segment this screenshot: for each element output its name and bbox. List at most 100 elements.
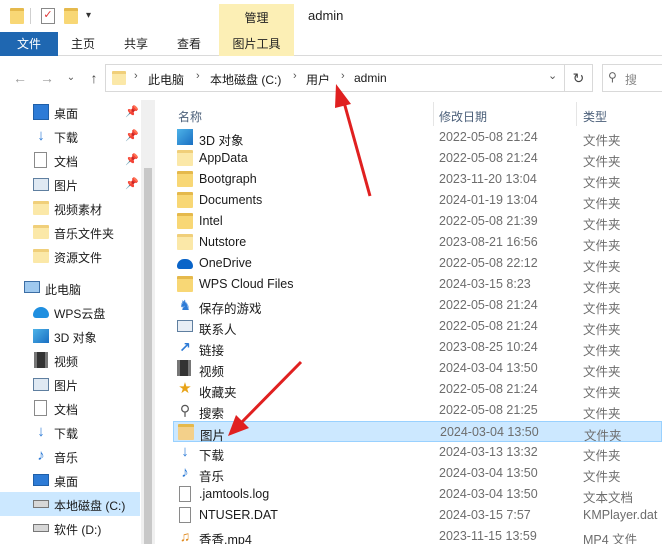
picture-icon [33,378,49,391]
nav-desktop[interactable]: 桌面 [0,468,140,492]
file-row[interactable]: ⚲ 搜索 2022-05-08 21:25 文件夹 [173,400,662,421]
up-arrow-icon[interactable]: ↑ [85,69,103,87]
column-name[interactable]: 名称 [178,108,202,125]
back-arrow-icon[interactable]: ← [11,69,29,87]
file-row[interactable]: ↓ 下载 2024-03-13 13:32 文件夹 [173,442,662,464]
pin-icon[interactable]: 📌 [125,105,139,118]
file-row[interactable]: ♪ 音乐 2024-03-04 13:50 文件夹 [173,463,662,485]
nav-this-pc[interactable]: 此电脑 [0,276,140,300]
file-row[interactable]: WPS Cloud Files 2024-03-15 8:23 文件夹 [173,274,662,295]
column-divider[interactable] [576,102,577,126]
file-row[interactable]: OneDrive 2022-05-08 22:12 文件夹 [173,253,662,274]
nav-quick-downloads[interactable]: ↓ 下载 📌 [0,124,140,148]
nav-scrollbar-thumb[interactable] [144,168,152,544]
address-bar[interactable]: › 此电脑 › 本地磁盘 (C:) › 用户 › admin ⌄ [105,64,565,92]
file-date: 2022-05-08 21:24 [439,130,538,144]
nav-item-label: 音乐 [54,451,79,465]
nav-wps-cloud[interactable]: WPS云盘 [0,300,140,324]
tab-home[interactable]: 主页 [62,32,104,56]
file-date: 2023-08-21 16:56 [439,235,538,249]
forward-arrow-icon[interactable]: → [38,69,56,87]
file-row[interactable]: NTUSER.DAT 2024-03-15 7:57 KMPlayer.dat [173,505,662,526]
desktop-icon [33,474,49,486]
tab-picture-tools[interactable]: 图片工具 [219,32,294,56]
pin-icon[interactable]: 📌 [125,153,139,166]
breadcrumb-separator[interactable]: › [293,70,297,82]
nav-quick-desktop[interactable]: 桌面 📌 [0,100,140,124]
customize-toolbar-icon[interactable]: ▾ [86,10,100,26]
file-name: 保存的游戏 [199,302,262,316]
file-row[interactable]: Nutstore 2023-08-21 16:56 文件夹 [173,232,662,253]
file-row[interactable]: 3D 对象 2022-05-08 21:24 文件夹 [173,127,662,148]
drive-icon [33,500,49,508]
nav-software-d[interactable]: 软件 (D:) [0,516,140,540]
nav-quick-resource-files[interactable]: 资源文件 [0,244,140,268]
nav-quick-music-folder[interactable]: 音乐文件夹 [0,220,140,244]
breadcrumb-separator[interactable]: › [341,70,345,82]
search-input[interactable]: ⚲ 搜 [602,64,662,92]
breadcrumb-local-disk[interactable]: 本地磁盘 (C:) [210,71,281,88]
ribbon-tabs: 文件 主页 共享 查看 图片工具 [0,32,662,56]
breadcrumb-separator[interactable]: › [196,70,200,82]
file-type: 文件夹 [583,344,621,358]
tab-file[interactable]: 文件 [0,32,58,56]
column-type[interactable]: 类型 [583,108,607,125]
file-row[interactable]: ♞ 保存的游戏 2022-05-08 21:24 文件夹 [173,295,662,316]
nav-quick-documents[interactable]: 文档 📌 [0,148,140,172]
file-row[interactable]: Bootgraph 2023-11-20 13:04 文件夹 [173,169,662,190]
desktop-icon [33,104,49,120]
nav-videos[interactable]: 视频 [0,348,140,372]
properties-icon[interactable]: ✓ [41,8,55,24]
nav-quick-pictures[interactable]: 图片 📌 [0,172,140,196]
column-date[interactable]: 修改日期 [439,108,487,125]
picture-icon [33,178,49,191]
nav-local-disk-c[interactable]: 本地磁盘 (C:) [0,492,140,516]
file-date: 2024-03-15 7:57 [439,508,531,522]
file-date: 2024-03-15 8:23 [439,277,531,291]
file-row[interactable]: 视频 2024-03-04 13:50 文件夹 [173,358,662,379]
video-icon [177,360,191,376]
refresh-icon[interactable]: ↻ [565,64,593,92]
file-row[interactable]: AppData 2022-05-08 21:24 文件夹 [173,148,662,169]
tab-share[interactable]: 共享 [115,32,157,56]
breadcrumb-this-pc[interactable]: 此电脑 [148,71,184,88]
column-divider[interactable] [433,102,434,126]
nav-downloads[interactable]: ↓ 下载 [0,420,140,444]
file-date: 2022-05-08 21:39 [439,214,538,228]
nav-music[interactable]: ♪ 音乐 [0,444,140,468]
file-date: 2024-03-04 13:50 [439,466,538,480]
file-date: 2024-03-13 13:32 [439,445,538,459]
breadcrumb-separator[interactable]: › [134,70,138,82]
pin-icon[interactable]: 📌 [125,129,139,142]
tab-view[interactable]: 查看 [168,32,210,56]
file-row[interactable]: .jamtools.log 2024-03-04 13:50 文本文档 [173,484,662,505]
nav-item-label: 3D 对象 [54,331,97,345]
file-name: .jamtools.log [199,487,270,501]
file-row[interactable]: ♫ 香香.mp4 2023-11-15 13:59 MP4 文件 [173,526,662,544]
file-date: 2024-01-19 13:04 [439,193,538,207]
file-row[interactable]: ↗ 链接 2023-08-25 10:24 文件夹 [173,337,662,358]
drive-icon [33,524,49,532]
nav-item-label: 文档 [54,403,79,417]
file-row[interactable]: 联系人 2022-05-08 21:24 文件夹 [173,316,662,337]
recent-locations-icon[interactable]: ⌄ [62,69,80,87]
file-row[interactable]: Documents 2024-01-19 13:04 文件夹 [173,190,662,211]
document-icon [34,400,47,416]
file-row[interactable]: Intel 2022-05-08 21:39 文件夹 [173,211,662,232]
file-row[interactable]: ★ 收藏夹 2022-05-08 21:24 文件夹 [173,379,662,401]
pin-icon[interactable]: 📌 [125,177,139,190]
breadcrumb-admin[interactable]: admin [354,71,387,85]
folder-icon [33,249,49,263]
nav-documents[interactable]: 文档 [0,396,140,420]
nav-quick-video-assets[interactable]: 视频素材 [0,196,140,220]
file-row-selected[interactable]: 图片 2024-03-04 13:50 文件夹 [173,421,662,443]
folder-icon [177,171,193,187]
download-icon: ↓ [181,443,189,460]
new-folder-icon[interactable] [64,8,78,24]
3d-objects-icon [33,329,49,343]
cloud-icon [33,307,49,318]
breadcrumb-users[interactable]: 用户 [306,71,330,88]
nav-3d-objects[interactable]: 3D 对象 [0,324,140,348]
nav-pictures[interactable]: 图片 [0,372,140,396]
address-history-dropdown[interactable]: ⌄ [548,69,557,82]
